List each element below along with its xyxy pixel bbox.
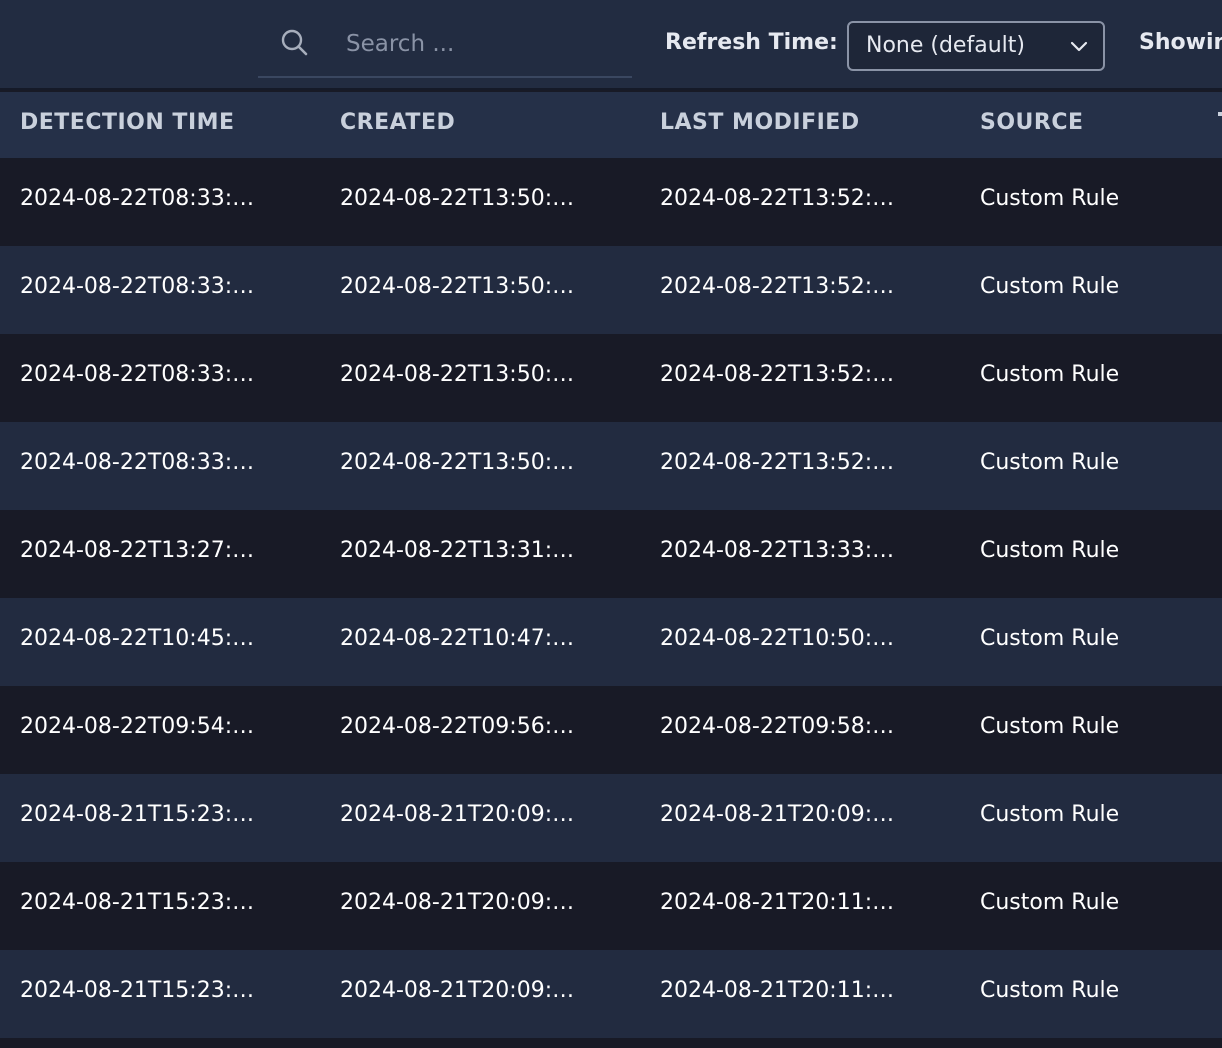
cell-source: Custom Rule bbox=[980, 186, 1120, 211]
cell-source: Custom Rule bbox=[980, 714, 1120, 739]
cell-last-modified: 2024-08-22T13:52:… bbox=[660, 274, 895, 299]
table-row[interactable]: 2024-08-22T08:33:… 2024-08-22T13:50:… 20… bbox=[0, 334, 1222, 422]
cell-created: 2024-08-21T20:09:… bbox=[340, 890, 575, 915]
table-row[interactable]: 2024-08-21T15:23:… 2024-08-21T20:09:… 20… bbox=[0, 774, 1222, 862]
cell-detection-time: 2024-08-22T08:33:… bbox=[20, 362, 255, 387]
cell-source: Custom Rule bbox=[980, 890, 1120, 915]
cell-source: Custom Rule bbox=[980, 450, 1120, 475]
cell-created: 2024-08-22T13:50:… bbox=[340, 186, 575, 211]
cell-detection-time: 2024-08-22T08:33:… bbox=[20, 186, 255, 211]
cell-last-modified: 2024-08-22T13:52:… bbox=[660, 450, 895, 475]
table-row[interactable]: 2024-08-22T10:45:… 2024-08-22T10:47:… 20… bbox=[0, 598, 1222, 686]
cell-detection-time: 2024-08-22T08:33:… bbox=[20, 274, 255, 299]
table-header: DETECTION TIME CREATED LAST MODIFIED SOU… bbox=[0, 92, 1222, 158]
column-header-detection-time[interactable]: DETECTION TIME bbox=[20, 110, 235, 135]
table-row[interactable]: 2024-08-22T09:54:… 2024-08-22T09:56:… 20… bbox=[0, 686, 1222, 774]
refresh-time-label: Refresh Time: bbox=[665, 30, 838, 55]
showing-label: Showin bbox=[1139, 30, 1222, 55]
toolbar: Refresh Time: None (default) Showin bbox=[0, 0, 1222, 90]
cell-source: Custom Rule bbox=[980, 538, 1120, 563]
cell-source: Custom Rule bbox=[980, 274, 1120, 299]
cell-created: 2024-08-21T20:09:… bbox=[340, 978, 575, 1003]
cell-source: Custom Rule bbox=[980, 626, 1120, 651]
cell-created: 2024-08-22T09:56:… bbox=[340, 714, 575, 739]
table-row[interactable]: 2024-08-22T08:33:… 2024-08-22T13:50:… 20… bbox=[0, 422, 1222, 510]
column-header-source[interactable]: SOURCE bbox=[980, 110, 1084, 135]
cell-last-modified: 2024-08-21T20:11:… bbox=[660, 890, 895, 915]
chevron-down-icon bbox=[1070, 41, 1088, 52]
column-header-created[interactable]: CREATED bbox=[340, 110, 455, 135]
cell-detection-time: 2024-08-21T15:23:… bbox=[20, 978, 255, 1003]
cell-last-modified: 2024-08-22T13:33:… bbox=[660, 538, 895, 563]
cell-created: 2024-08-22T13:50:… bbox=[340, 362, 575, 387]
cell-detection-time: 2024-08-21T15:23:… bbox=[20, 890, 255, 915]
cell-last-modified: 2024-08-22T13:52:… bbox=[660, 186, 895, 211]
table-row[interactable]: 2024-08-21T15:23:… 2024-08-21T20:09:… 20… bbox=[0, 862, 1222, 950]
column-header-overflow-marker bbox=[1218, 112, 1222, 116]
cell-created: 2024-08-22T13:50:… bbox=[340, 450, 575, 475]
table-row[interactable]: 2024-08-21T15:23:… 2024-08-21T20:09:… 20… bbox=[0, 950, 1222, 1038]
cell-detection-time: 2024-08-22T09:54:… bbox=[20, 714, 255, 739]
cell-last-modified: 2024-08-22T13:52:… bbox=[660, 362, 895, 387]
detections-page: Refresh Time: None (default) Showin DETE… bbox=[0, 0, 1222, 1048]
cell-detection-time: 2024-08-22T08:33:… bbox=[20, 450, 255, 475]
cell-created: 2024-08-22T10:47:… bbox=[340, 626, 575, 651]
table-row[interactable]: 2024-08-22T08:33:… 2024-08-22T13:50:… 20… bbox=[0, 246, 1222, 334]
search-input[interactable] bbox=[346, 24, 616, 64]
cell-last-modified: 2024-08-22T10:50:… bbox=[660, 626, 895, 651]
cell-source: Custom Rule bbox=[980, 362, 1120, 387]
cell-detection-time: 2024-08-22T10:45:… bbox=[20, 626, 255, 651]
cell-detection-time: 2024-08-22T13:27:… bbox=[20, 538, 255, 563]
cell-detection-time: 2024-08-21T15:23:… bbox=[20, 802, 255, 827]
search-icon bbox=[281, 29, 308, 56]
cell-created: 2024-08-22T13:31:… bbox=[340, 538, 575, 563]
refresh-time-select[interactable]: None (default) bbox=[847, 21, 1105, 71]
table-row[interactable]: 2024-08-22T08:33:… 2024-08-22T13:50:… 20… bbox=[0, 158, 1222, 246]
refresh-time-value: None (default) bbox=[866, 33, 1025, 58]
table-body: 2024-08-22T08:33:… 2024-08-22T13:50:… 20… bbox=[0, 158, 1222, 1038]
search-box[interactable] bbox=[258, 18, 632, 78]
cell-created: 2024-08-21T20:09:… bbox=[340, 802, 575, 827]
cell-created: 2024-08-22T13:50:… bbox=[340, 274, 575, 299]
cell-last-modified: 2024-08-22T09:58:… bbox=[660, 714, 895, 739]
cell-source: Custom Rule bbox=[980, 978, 1120, 1003]
table-row[interactable]: 2024-08-22T13:27:… 2024-08-22T13:31:… 20… bbox=[0, 510, 1222, 598]
cell-last-modified: 2024-08-21T20:09:… bbox=[660, 802, 895, 827]
cell-source: Custom Rule bbox=[980, 802, 1120, 827]
column-header-last-modified[interactable]: LAST MODIFIED bbox=[660, 110, 860, 135]
cell-last-modified: 2024-08-21T20:11:… bbox=[660, 978, 895, 1003]
